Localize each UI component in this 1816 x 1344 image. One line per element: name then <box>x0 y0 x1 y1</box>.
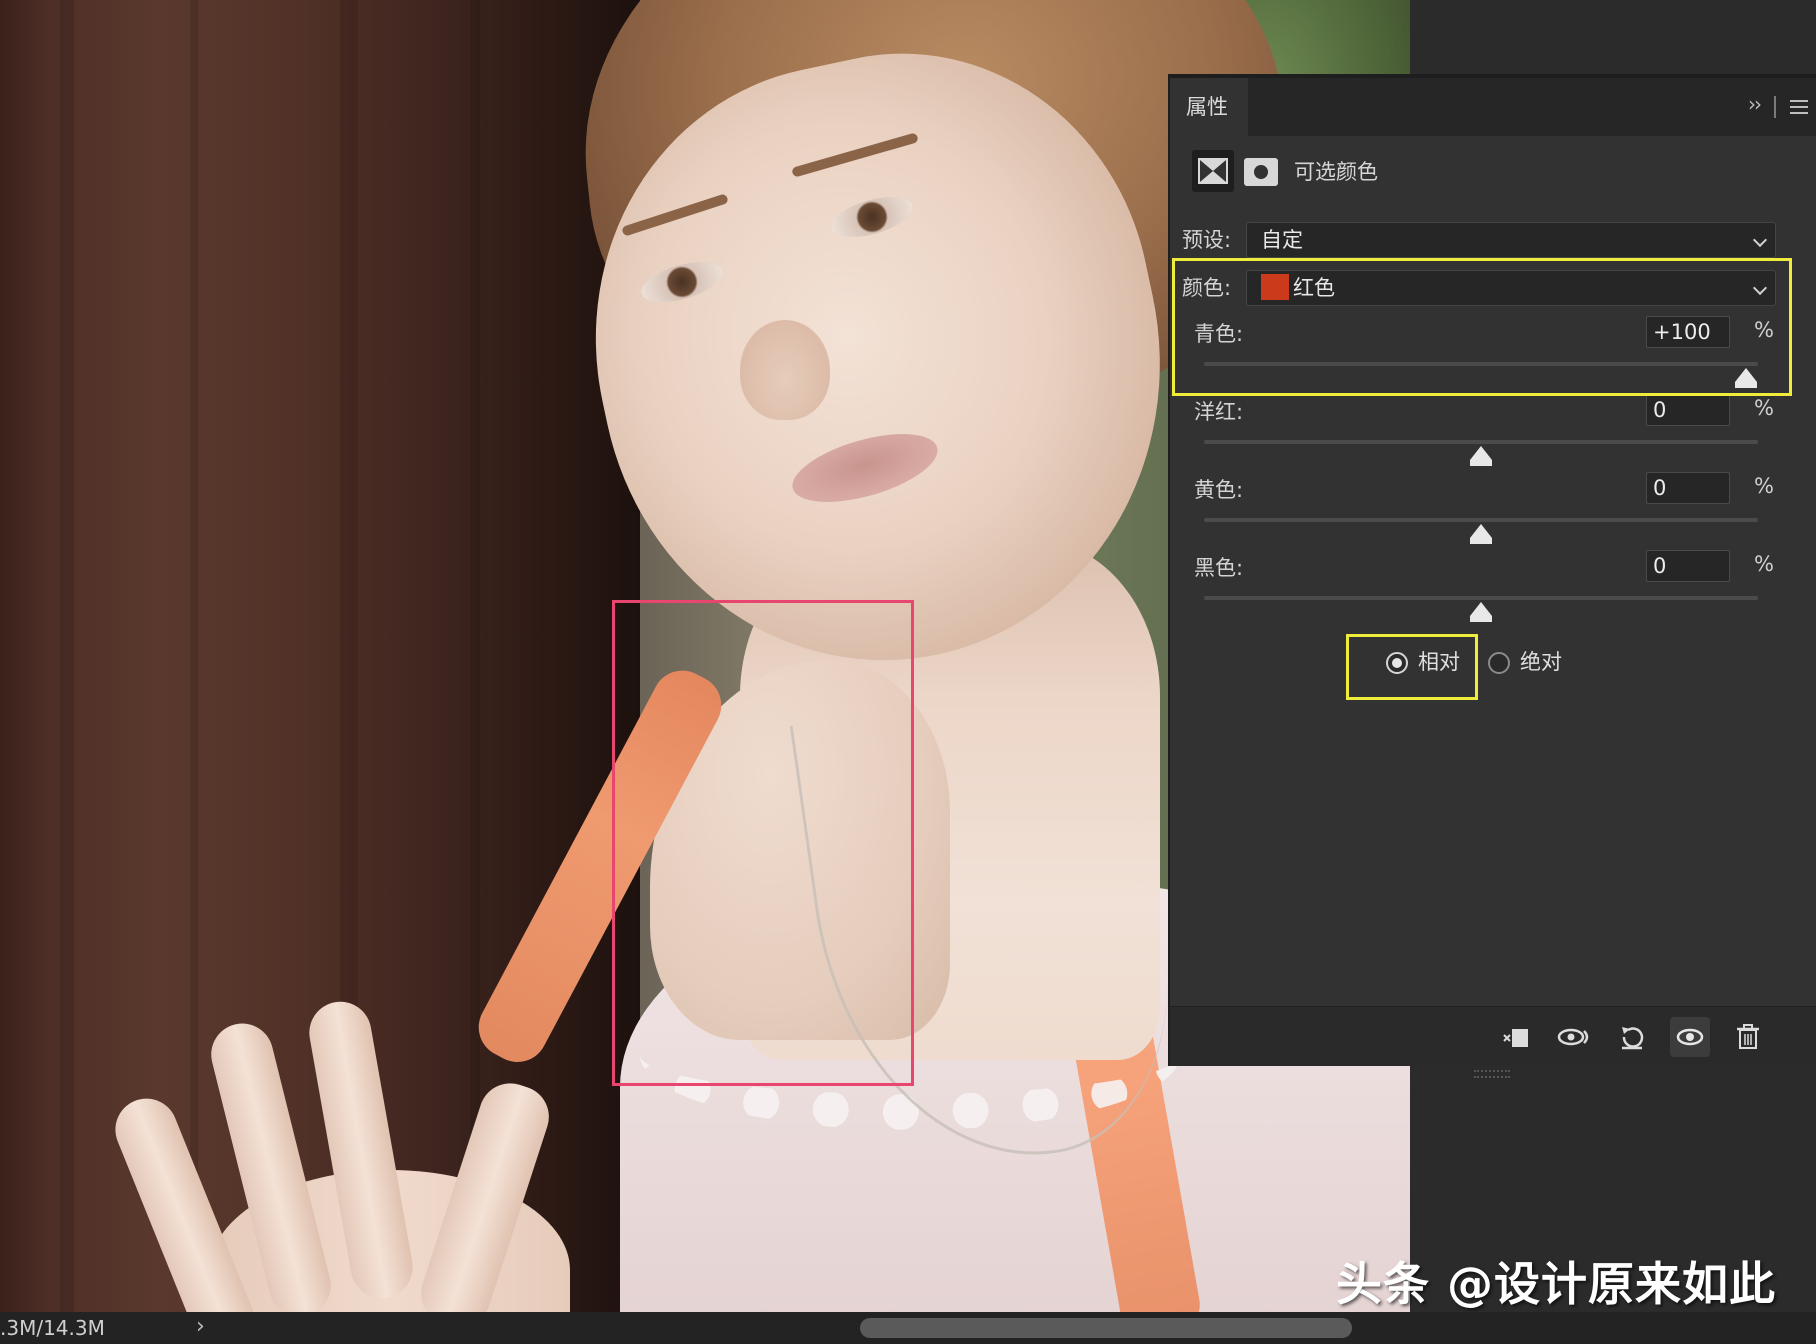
clip-to-layer-icon[interactable] <box>1496 1017 1536 1057</box>
slider-label: 洋红: <box>1194 400 1244 424</box>
visibility-eye-icon[interactable] <box>1670 1017 1710 1057</box>
adjustment-title: 可选颜色 <box>1294 160 1378 184</box>
preset-dropdown[interactable]: 自定 <box>1246 222 1776 258</box>
nose <box>740 320 830 420</box>
view-previous-state-icon[interactable] <box>1554 1017 1594 1057</box>
slider-label: 黑色: <box>1194 556 1244 580</box>
collapse-panel-icon[interactable]: ›› <box>1748 92 1762 116</box>
tab-properties[interactable]: 属性 <box>1170 78 1248 136</box>
yellow-slider-thumb[interactable] <box>1470 524 1492 544</box>
magenta-value-input[interactable]: 0 <box>1646 394 1730 426</box>
black-slider-track[interactable] <box>1204 596 1758 600</box>
percent-unit: % <box>1754 396 1774 420</box>
horizontal-scrollbar[interactable] <box>860 1318 1352 1338</box>
preset-value: 自定 <box>1261 228 1303 252</box>
watermark: 头条 @设计原来如此 <box>1335 1257 1776 1311</box>
adjustment-layer-icon-button[interactable] <box>1192 150 1234 192</box>
status-menu-arrow-icon[interactable]: › <box>196 1314 205 1339</box>
status-bar: .3M/14.3M › <box>0 1312 1816 1344</box>
panel-menu-icon[interactable] <box>1790 100 1808 114</box>
properties-panel: 属性 ›› 可选颜色 预设: 自定 颜色: 红色 青色: +100 % 洋红: … <box>1168 74 1816 1078</box>
radio-absolute[interactable] <box>1488 652 1510 674</box>
percent-unit: % <box>1754 474 1774 498</box>
annotation-box-neck-area <box>612 600 914 1086</box>
reset-icon[interactable] <box>1612 1017 1652 1057</box>
absolute-label[interactable]: 绝对 <box>1520 646 1562 676</box>
black-slider-thumb[interactable] <box>1470 602 1492 622</box>
magenta-slider-thumb[interactable] <box>1470 446 1492 466</box>
hand <box>106 996 570 1312</box>
tab-divider <box>1774 96 1776 118</box>
preset-label: 预设: <box>1182 228 1232 252</box>
percent-unit: % <box>1754 552 1774 576</box>
magenta-slider-track[interactable] <box>1204 440 1758 444</box>
yellow-value-input[interactable]: 0 <box>1646 472 1730 504</box>
selective-color-icon <box>1198 158 1228 184</box>
chevron-down-icon <box>1752 232 1768 248</box>
pole-grain <box>60 0 74 1312</box>
yellow-slider-track[interactable] <box>1204 518 1758 522</box>
highlight-relative <box>1346 634 1478 700</box>
resize-grip[interactable] <box>1474 1070 1510 1078</box>
photoshop-workspace: 属性 ›› 可选颜色 预设: 自定 颜色: 红色 青色: +100 % 洋红: … <box>0 0 1816 1344</box>
highlight-color-cyan <box>1172 258 1792 396</box>
layer-mask-icon[interactable] <box>1244 158 1278 186</box>
trash-icon[interactable] <box>1728 1017 1768 1057</box>
slider-label: 黄色: <box>1194 478 1244 502</box>
panel-tab-bar: 属性 ›› <box>1170 78 1816 136</box>
document-size: .3M/14.3M <box>0 1316 105 1340</box>
panel-bottom-toolbar <box>1170 1006 1816 1078</box>
black-value-input[interactable]: 0 <box>1646 550 1730 582</box>
